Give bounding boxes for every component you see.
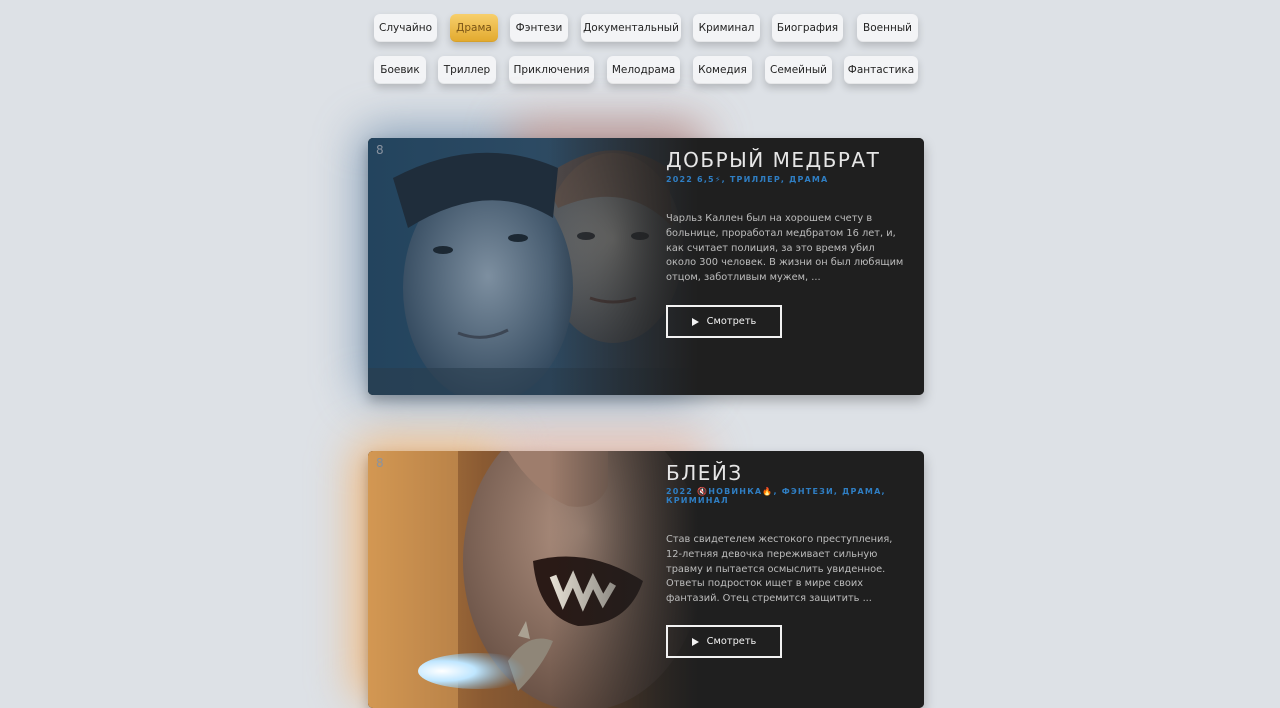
genre-pill-scifi[interactable]: Фантастика bbox=[844, 56, 918, 84]
movie-card[interactable]: 8 БЛЕЙЗ 2022 🔇НОВИНКА🔥, ФЭНТЕЗИ, ДРАМА, … bbox=[354, 439, 924, 708]
movie-meta: 2022 6,5⚡, ТРИЛЛЕР, ДРАМА bbox=[666, 175, 829, 184]
card-body: 8 БЛЕЙЗ 2022 🔇НОВИНКА🔥, ФЭНТЕЗИ, ДРАМА, … bbox=[368, 451, 924, 708]
genre-pill-fantasy[interactable]: Фэнтези bbox=[510, 14, 568, 42]
movie-description: Став свидетелем жестокого преступления, … bbox=[666, 534, 893, 605]
rank-number: 8 bbox=[376, 456, 384, 470]
watch-button-label: Смотреть bbox=[706, 636, 757, 647]
watch-button[interactable]: Смотреть bbox=[666, 305, 782, 338]
genre-pill-documentary[interactable]: Документальный bbox=[581, 14, 681, 42]
genre-pill-action[interactable]: Боевик bbox=[374, 56, 426, 84]
genre-pill-family[interactable]: Семейный bbox=[765, 56, 832, 84]
genre-pill-random[interactable]: Случайно bbox=[374, 14, 437, 42]
movie-title[interactable]: ДОБРЫЙ МЕДБРАТ bbox=[666, 148, 880, 172]
movie-title[interactable]: БЛЕЙЗ bbox=[666, 461, 743, 485]
play-icon bbox=[691, 637, 699, 646]
watch-button[interactable]: Смотреть bbox=[666, 625, 782, 658]
genre-pill-war[interactable]: Военный bbox=[857, 14, 918, 42]
movie-description: Чарльз Каллен был на хорошем счету в бол… bbox=[666, 213, 904, 284]
card-body: 8 ДОБРЫЙ МЕДБРАТ 2022 6,5⚡, ТРИЛЛЕР, ДРА… bbox=[368, 138, 924, 395]
play-icon bbox=[691, 317, 699, 326]
poster-fade bbox=[368, 451, 698, 708]
genre-pill-biography[interactable]: Биография bbox=[772, 14, 843, 42]
genre-pill-adventure[interactable]: Приключения bbox=[509, 56, 594, 84]
genre-pill-thriller[interactable]: Триллер bbox=[438, 56, 496, 84]
rank-number: 8 bbox=[376, 143, 384, 157]
watch-button-label: Смотреть bbox=[706, 316, 757, 327]
genre-pill-melodrama[interactable]: Мелодрама bbox=[607, 56, 680, 84]
genre-pill-comedy[interactable]: Комедия bbox=[693, 56, 752, 84]
genre-pill-drama[interactable]: Драма bbox=[450, 14, 498, 42]
genre-pill-crime[interactable]: Криминал bbox=[693, 14, 760, 42]
poster-fade bbox=[368, 138, 698, 395]
movie-card[interactable]: 8 ДОБРЫЙ МЕДБРАТ 2022 6,5⚡, ТРИЛЛЕР, ДРА… bbox=[358, 124, 924, 398]
movie-meta: 2022 🔇НОВИНКА🔥, ФЭНТЕЗИ, ДРАМА, КРИМИНАЛ bbox=[666, 487, 886, 505]
